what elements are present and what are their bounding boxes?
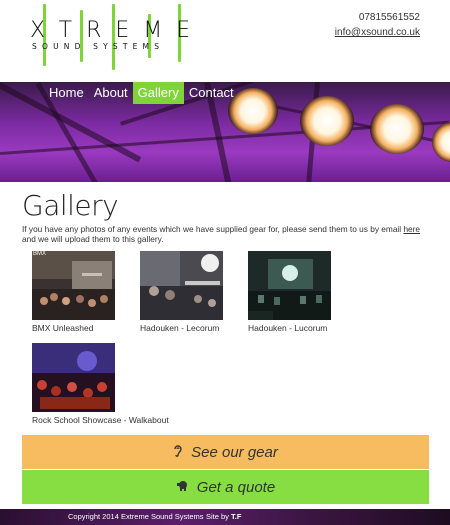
nav-contact[interactable]: Contact <box>184 82 239 104</box>
ear-icon <box>173 444 183 460</box>
photo-rock-school-image <box>32 343 115 412</box>
gallery-caption-hadouken-lecorum: Hadouken - Lecorum <box>140 323 220 333</box>
hero-banner: Home About Gallery Contact <box>0 82 450 182</box>
get-a-quote-button[interactable]: Get a quote <box>22 470 429 504</box>
thumb-overlay-label: BMX <box>33 251 47 257</box>
gallery-thumb-hadouken-lecorum[interactable] <box>140 251 223 320</box>
main-nav: Home About Gallery Contact <box>44 82 239 104</box>
site-by-text: Site by T.F <box>206 509 241 525</box>
email-link[interactable]: info@xsound.co.uk <box>335 25 420 40</box>
nav-about[interactable]: About <box>89 82 133 104</box>
photo-hadouken-lecorum-image <box>140 251 223 320</box>
contact-info: 07815561552 info@xsound.co.uk <box>335 10 420 40</box>
gallery-thumb-rock-school[interactable] <box>32 343 115 412</box>
gallery-thumb-bmx[interactable]: BMX <box>32 251 115 320</box>
site-by-prefix: Site by <box>206 512 232 521</box>
main-content: Gallery If you have any photos of any ev… <box>22 189 432 245</box>
logo-subtitle: SOUND SYSTEMS <box>32 42 165 51</box>
piggy-bank-icon <box>176 480 189 495</box>
intro-text-start: If you have any photos of any events whi… <box>22 224 404 234</box>
get-a-quote-label: Get a quote <box>196 478 276 496</box>
page-title: Gallery <box>22 189 119 222</box>
photo-hadouken-lucorum-image <box>248 251 331 320</box>
gallery-caption-rock-school: Rock School Showcase - Walkabout <box>32 415 169 425</box>
copyright-text: Copyright 2014 Extreme Sound Systems <box>68 512 204 521</box>
intro-text: If you have any photos of any events whi… <box>22 224 432 244</box>
gallery-caption-hadouken-lucorum: Hadouken - Lucorum <box>248 323 328 333</box>
see-our-gear-label: See our gear <box>191 443 278 461</box>
phone-number: 07815561552 <box>358 12 420 23</box>
see-our-gear-button[interactable]: See our gear <box>22 435 429 469</box>
intro-text-end: and we will upload them to this gallery. <box>22 234 164 244</box>
nav-gallery[interactable]: Gallery <box>132 82 184 104</box>
gallery-caption-bmx: BMX Unleashed <box>32 323 94 333</box>
email-here-link[interactable]: here <box>403 224 420 234</box>
logo[interactable]: XTREME SOUND SYSTEMS <box>30 4 210 70</box>
site-footer: Copyright 2014 Extreme Sound Systems Sit… <box>0 509 450 525</box>
nav-home[interactable]: Home <box>44 82 89 104</box>
site-by-initials: T.F <box>231 512 242 521</box>
site-header: XTREME SOUND SYSTEMS 07815561552 info@xs… <box>0 0 450 82</box>
photo-bmx-image <box>32 251 115 320</box>
gallery-thumb-hadouken-lucorum[interactable] <box>248 251 331 320</box>
logo-wordmark: XTREME <box>30 18 205 43</box>
